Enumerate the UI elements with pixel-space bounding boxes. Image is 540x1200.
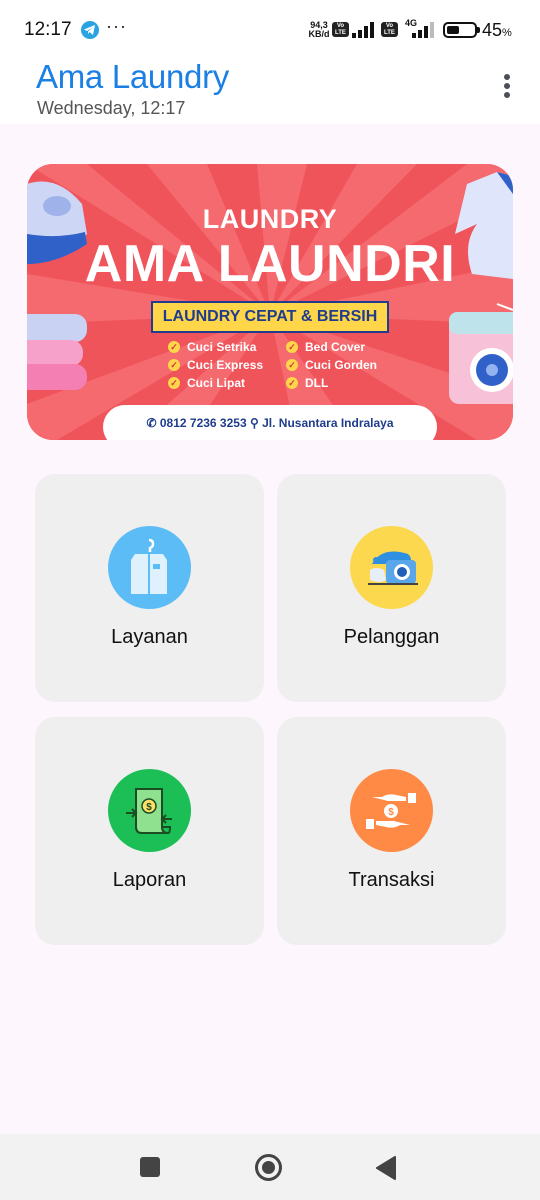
banner-services-right: ✓ Bed Cover ✓ Cuci Gorden ✓ DLL <box>286 338 377 392</box>
menu-card-label: Laporan <box>112 869 187 891</box>
money-scroll-icon: $ <box>108 769 191 852</box>
home-icon[interactable] <box>255 1154 282 1181</box>
svg-text:$: $ <box>388 807 394 818</box>
check-icon: ✓ <box>286 341 298 353</box>
hand-money-icon: $ <box>350 769 433 852</box>
check-icon: ✓ <box>168 377 180 389</box>
svg-text:$: $ <box>146 802 152 813</box>
menu-card-laporan[interactable]: $ Laporan <box>35 717 264 945</box>
telegram-icon <box>81 21 99 39</box>
banner-service: ✓ Cuci Gorden <box>286 356 377 374</box>
banner-service: ✓ Cuci Setrika <box>168 338 263 356</box>
banner-service: ✓ Cuci Lipat <box>168 374 263 392</box>
status-bar: 12:17 ··· 94,3 KB/d Vo LTE Vo LTE 4G 45% <box>0 0 540 58</box>
banner-kicker: LAUNDRY <box>202 204 338 234</box>
more-vert-icon[interactable] <box>496 72 518 100</box>
menu-card-label: Layanan <box>111 626 188 648</box>
banner-services-left: ✓ Cuci Setrika ✓ Cuci Express ✓ Cuci Lipat <box>168 338 263 392</box>
banner-tagline: LAUNDRY CEPAT & BERSIH <box>151 301 389 333</box>
status-more: ··· <box>106 16 127 36</box>
promo-banner: LAUNDRY AMA LAUNDRI LAUNDRY CEPAT & BERS… <box>27 164 513 440</box>
check-icon: ✓ <box>168 359 180 371</box>
app-subtitle: Wednesday, 12:17 <box>37 98 186 118</box>
recents-icon[interactable] <box>140 1157 160 1177</box>
washing-machine-icon <box>350 526 433 609</box>
app-bar: Ama Laundry Wednesday, 12:17 <box>0 58 540 124</box>
net-speed: 94,3 KB/d <box>308 20 330 39</box>
signal-icon <box>352 22 376 38</box>
banner-title: AMA LAUNDRI <box>84 235 456 293</box>
app-title: Ama Laundry <box>36 58 229 95</box>
banner-address: Jl. Nusantara Indralaya <box>262 416 394 430</box>
volte-badge: Vo LTE <box>332 22 349 37</box>
check-icon: ✓ <box>168 341 180 353</box>
banner-phone: 0812 7236 3253 <box>159 416 247 430</box>
check-icon: ✓ <box>286 377 298 389</box>
volte-badge-2: Vo LTE <box>381 22 398 37</box>
banner-service: ✓ DLL <box>286 374 377 392</box>
battery-percent: 45% <box>482 20 512 40</box>
status-time: 12:17 <box>24 19 72 40</box>
phone-icon: ✆ <box>146 416 157 430</box>
menu-card-label: Pelanggan <box>343 626 440 648</box>
location-pin-icon: ⚲ <box>249 416 259 430</box>
signal-icon-2 <box>412 22 436 38</box>
back-icon[interactable] <box>375 1156 397 1180</box>
garment-bag-icon <box>108 526 191 609</box>
banner-service: ✓ Cuci Express <box>168 356 263 374</box>
washing-machine-illustration <box>449 312 513 404</box>
banner-service: ✓ Bed Cover <box>286 338 377 356</box>
menu-card-pelanggan[interactable]: Pelanggan <box>277 474 506 702</box>
system-nav-bar <box>0 1134 540 1200</box>
battery-icon <box>443 22 480 38</box>
check-icon: ✓ <box>286 359 298 371</box>
menu-card-layanan[interactable]: Layanan <box>35 474 264 702</box>
banner-contact: ✆ 0812 7236 3253 ⚲ Jl. Nusantara Indrala… <box>103 405 437 440</box>
menu-card-transaksi[interactable]: $ Transaksi <box>277 717 506 945</box>
folded-clothes-illustration <box>27 314 87 390</box>
menu-card-label: Transaksi <box>348 869 435 891</box>
